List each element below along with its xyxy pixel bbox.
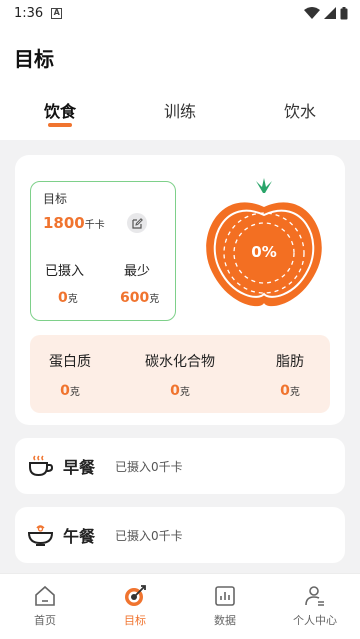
tab-training[interactable]: 训练	[120, 96, 240, 132]
status-time: 1:36	[14, 5, 44, 21]
goal-box: 目标 1800千卡 已摄入 最少 0克 600克	[30, 181, 176, 321]
meal-card-breakfast[interactable]: 早餐 已摄入0千卡	[15, 438, 345, 494]
tab-bar: 饮食 训练 饮水	[0, 96, 360, 132]
intake-number: 0	[58, 290, 68, 306]
meal-card-lunch[interactable]: 午餐 已摄入0千卡	[15, 507, 345, 563]
coffee-cup-icon	[27, 452, 55, 480]
macro-carbs-name: 碳水化合物	[145, 354, 215, 370]
status-bar: 1:36 A	[0, 0, 360, 26]
macro-protein: 蛋白质 0克	[30, 335, 110, 413]
goal-unit: 千卡	[84, 220, 105, 231]
goal-label: 目标	[43, 192, 68, 206]
macro-protein-value: 0克	[30, 383, 110, 399]
macro-fat-number: 0	[280, 383, 290, 399]
progress-tomato: 0%	[200, 177, 330, 312]
macro-protein-number: 0	[60, 383, 70, 399]
nav-data[interactable]: 数据	[180, 574, 270, 639]
rice-bowl-icon	[27, 521, 55, 549]
goal-number: 1800	[43, 214, 85, 232]
macro-fat: 脂肪 0克	[250, 335, 330, 413]
macro-protein-name: 蛋白质	[49, 354, 91, 370]
min-number: 600	[120, 290, 150, 306]
home-icon	[33, 584, 57, 608]
edit-goal-button[interactable]	[127, 213, 147, 233]
macro-carbs-value: 0克	[110, 383, 250, 399]
nav-goal-label: 目标	[124, 614, 146, 627]
macro-box: 蛋白质 0克 碳水化合物 0克 脂肪 0克	[30, 335, 330, 413]
macro-fat-name: 脂肪	[276, 354, 304, 370]
macro-carbs-number: 0	[170, 383, 180, 399]
meal-name-lunch: 午餐	[63, 527, 96, 546]
target-icon	[123, 584, 147, 608]
meal-name-breakfast: 早餐	[63, 458, 96, 477]
bottom-nav: 首页 目标 数据 个人中心	[0, 573, 360, 639]
min-unit: 克	[149, 294, 160, 305]
notification-icon: A	[51, 7, 63, 19]
intake-label: 已摄入	[45, 264, 85, 279]
nav-home-label: 首页	[34, 614, 56, 627]
nav-profile[interactable]: 个人中心	[270, 574, 360, 639]
summary-card: 目标 1800千卡 已摄入 最少 0克 600克 0% 蛋白质 0克 碳水化合物	[15, 155, 345, 425]
signal-icon	[324, 7, 336, 19]
profile-icon	[303, 584, 327, 608]
battery-icon	[340, 6, 348, 19]
meal-intake-lunch: 已摄入0千卡	[115, 528, 183, 543]
macro-carbs: 碳水化合物 0克	[110, 335, 250, 413]
goal-value: 1800千卡	[43, 214, 105, 232]
nav-data-label: 数据	[214, 614, 236, 627]
meal-intake-breakfast: 已摄入0千卡	[115, 459, 183, 474]
progress-percent: 0%	[251, 243, 277, 261]
min-label: 最少	[124, 264, 151, 279]
macro-fat-value: 0克	[250, 383, 330, 399]
tab-water[interactable]: 饮水	[240, 96, 360, 132]
page-header: 目标 饮食 训练 饮水	[0, 26, 360, 140]
page-title: 目标	[14, 47, 54, 71]
nav-profile-label: 个人中心	[293, 614, 337, 627]
wifi-icon	[304, 7, 320, 19]
macro-fat-unit: 克	[289, 387, 300, 398]
nav-goal[interactable]: 目标	[90, 574, 180, 639]
macro-protein-unit: 克	[69, 387, 80, 398]
min-value: 600克	[120, 290, 159, 306]
intake-value: 0克	[58, 290, 78, 306]
macro-carbs-unit: 克	[179, 387, 190, 398]
nav-home[interactable]: 首页	[0, 574, 90, 639]
intake-unit: 克	[67, 294, 78, 305]
chart-icon	[213, 584, 237, 608]
edit-icon	[131, 217, 143, 229]
tab-diet[interactable]: 饮食	[0, 96, 120, 132]
